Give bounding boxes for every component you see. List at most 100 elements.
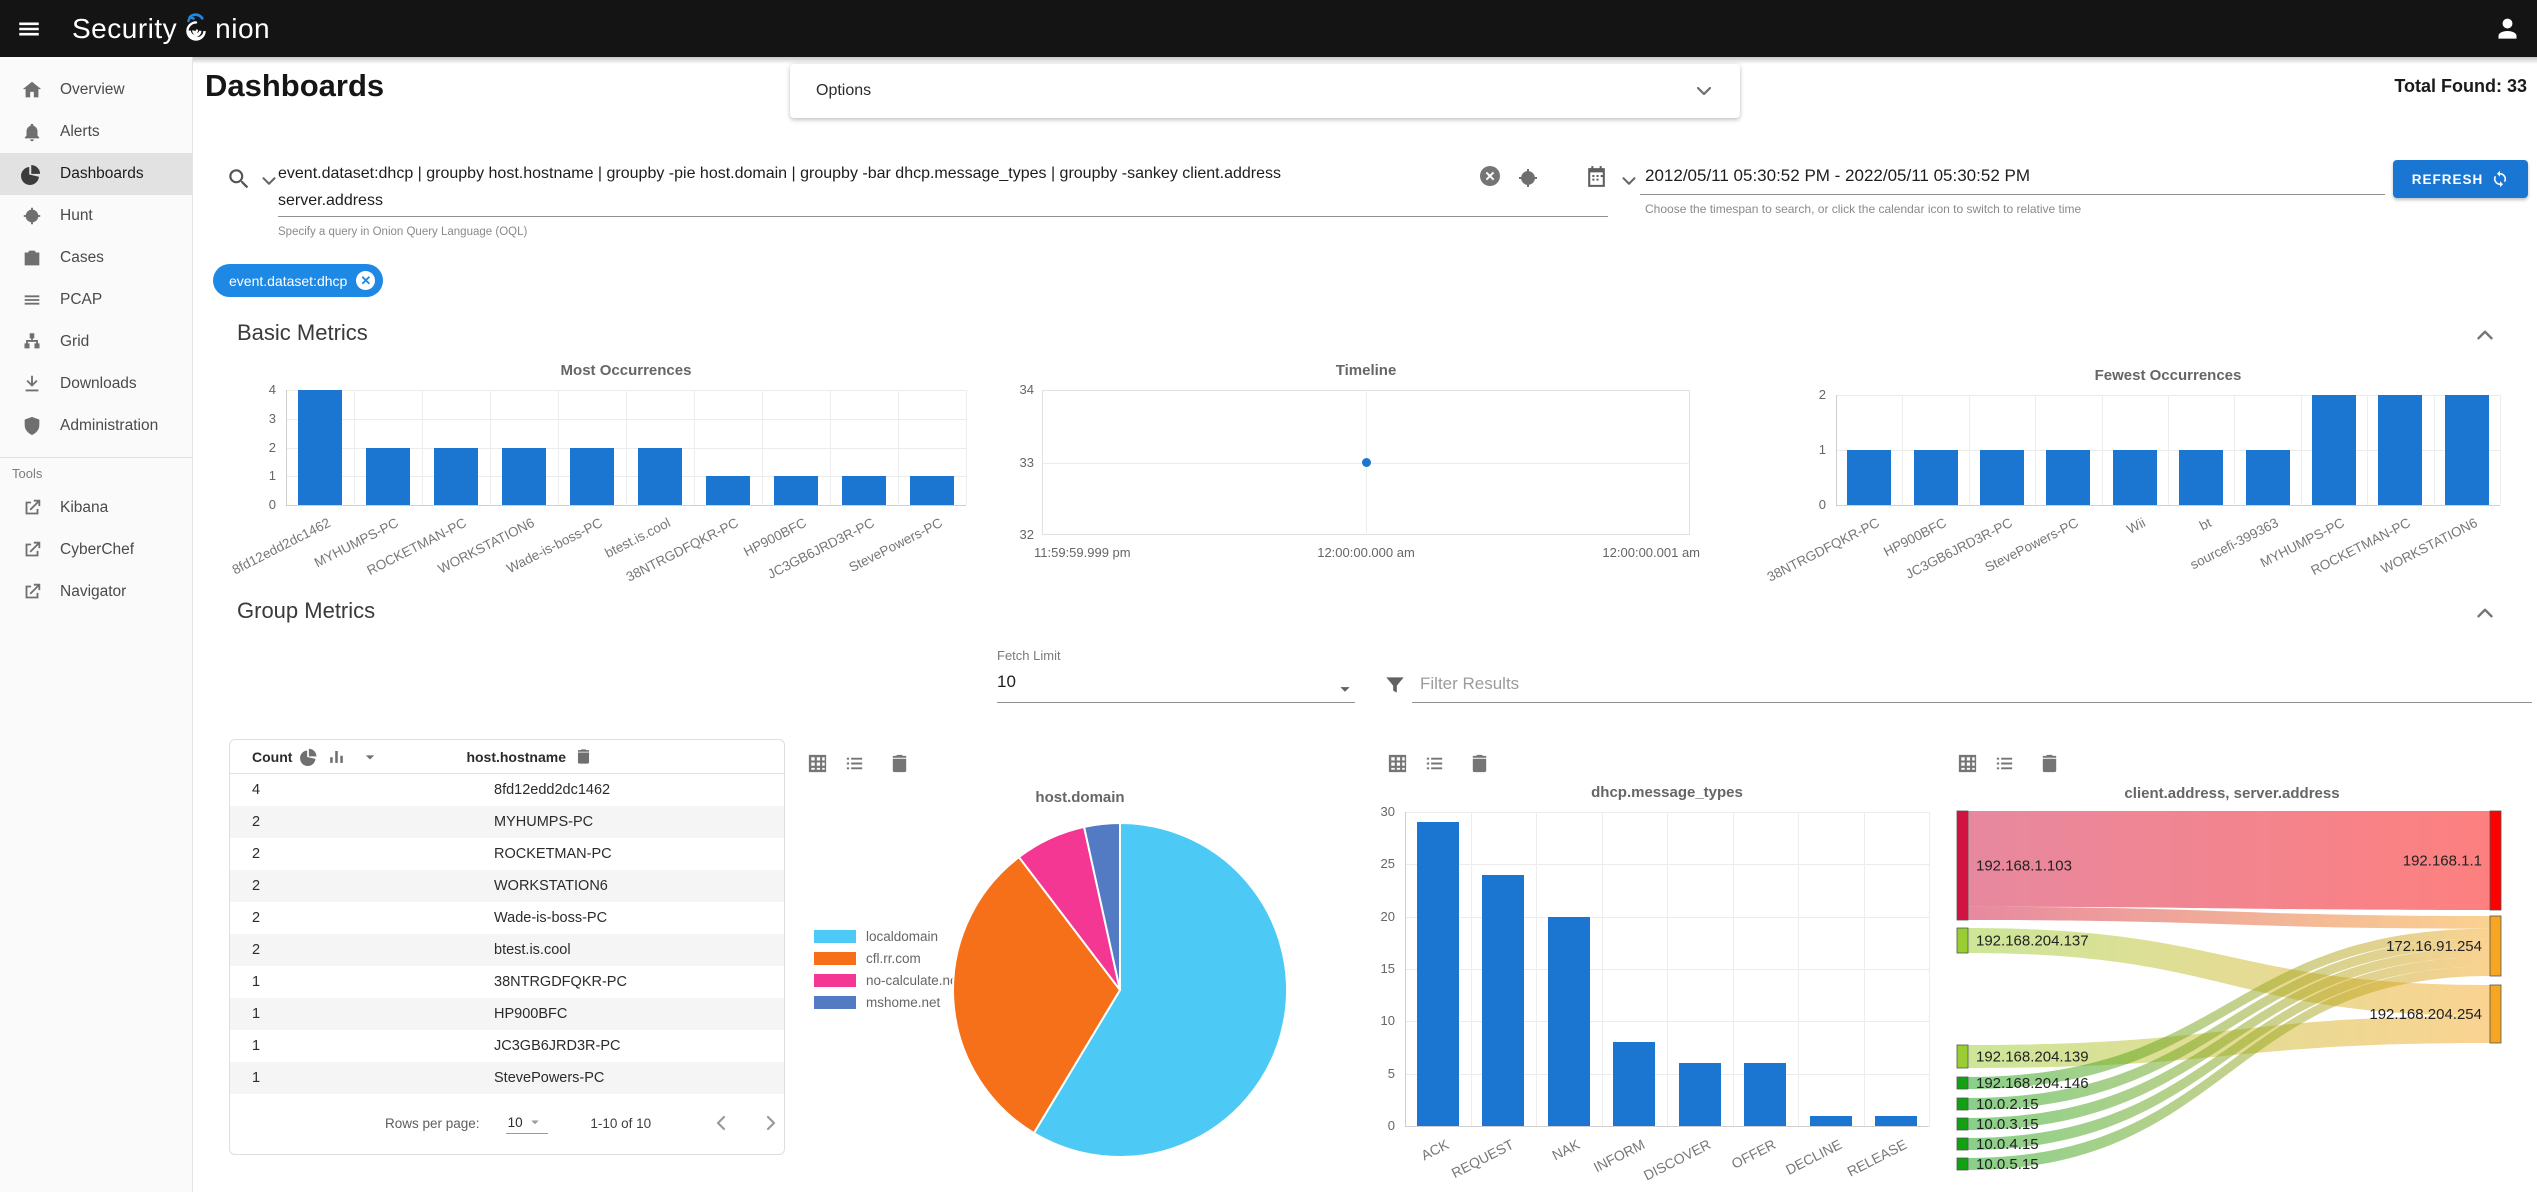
cell-hostname[interactable]: 8fd12edd2dc1462 [494,782,610,798]
table-row[interactable]: 1 38NTRGDFQKR-PC [230,966,784,998]
cell-count[interactable]: 1 [252,1070,494,1086]
table-row[interactable]: 2 ROCKETMAN-PC [230,838,784,870]
cell-hostname[interactable]: WORKSTATION6 [494,878,608,894]
sankey-node-192.168.204.146[interactable] [1956,1076,1969,1090]
bar[interactable] [569,447,615,505]
sidebar-item-grid[interactable]: Grid [0,321,192,363]
cell-count[interactable]: 1 [252,974,494,990]
cell-hostname[interactable]: btest.is.cool [494,942,571,958]
cell-count[interactable]: 2 [252,910,494,926]
bar[interactable] [1875,1115,1918,1126]
chevron-down-icon[interactable] [1692,79,1716,103]
pie-toggle-icon[interactable] [300,747,319,766]
sankey-node-192.168.204.137[interactable] [1956,927,1969,954]
table-row[interactable]: 4 8fd12edd2dc1462 [230,774,784,806]
show-list-icon[interactable] [1423,752,1446,775]
cell-count[interactable]: 2 [252,942,494,958]
cell-count[interactable]: 2 [252,878,494,894]
bar[interactable] [1547,916,1590,1126]
bar[interactable] [2179,450,2224,505]
bar[interactable] [2444,395,2489,505]
sort-caret-icon[interactable] [360,747,380,767]
table-row[interactable]: 2 btest.is.cool [230,934,784,966]
bar[interactable] [365,447,411,505]
table-row[interactable]: 2 MYHUMPS-PC [230,806,784,838]
cell-hostname[interactable]: HP900BFC [494,1006,567,1022]
sidebar-item-dashboards[interactable]: Dashboards [0,153,192,195]
table-row[interactable]: 2 Wade-is-boss-PC [230,902,784,934]
filter-chip[interactable]: event.dataset:dhcp ✕ [213,264,384,297]
bar[interactable] [1613,1042,1656,1126]
bar[interactable] [501,447,547,505]
sankey-node-10.0.2.15[interactable] [1956,1097,1969,1111]
cell-hostname[interactable]: StevePowers-PC [494,1070,604,1086]
options-panel[interactable]: Options [790,64,1740,118]
bar[interactable] [1980,450,2024,505]
bar[interactable] [909,476,955,505]
bar[interactable] [841,476,887,505]
filter-results-input[interactable]: Filter Results [1420,674,1519,694]
sidebar-item-administration[interactable]: Administration [0,405,192,447]
table-row[interactable]: 1 JC3GB6JRD3R-PC [230,1030,784,1062]
cell-hostname[interactable]: MYHUMPS-PC [494,814,593,830]
bar[interactable] [2312,395,2356,505]
sankey-node-10.0.4.15[interactable] [1956,1137,1969,1151]
bar[interactable] [297,390,343,505]
sankey-node-192.168.204.139[interactable] [1956,1044,1969,1069]
bar[interactable] [2046,450,2091,505]
bar[interactable] [705,476,751,505]
cell-count[interactable]: 4 [252,782,494,798]
sankey-node-10.0.3.15[interactable] [1956,1117,1969,1131]
sankey-node-192.168.204.254[interactable] [2489,984,2502,1044]
clear-query-icon[interactable] [1478,164,1502,188]
table-row[interactable]: 1 HP900BFC [230,998,784,1030]
query-input[interactable]: event.dataset:dhcp | groupby host.hostna… [278,160,1468,214]
sankey-node-172.16.91.254[interactable] [2489,915,2502,977]
sidebar-item-alerts[interactable]: Alerts [0,111,192,153]
show-table-icon[interactable] [1386,752,1409,775]
table-row[interactable]: 1 StevePowers-PC [230,1062,784,1094]
toggle-hunt-icon[interactable] [1516,166,1540,190]
bar[interactable] [433,447,479,505]
sidebar-item-hunt[interactable]: Hunt [0,195,192,237]
fetch-limit-select[interactable]: 10 [997,672,1016,692]
bar[interactable] [2245,450,2290,505]
basic-metrics-collapse-icon[interactable] [2472,322,2498,348]
hamburger-menu-icon[interactable] [16,16,42,42]
rows-per-page-select[interactable]: 10 [505,1113,549,1134]
bar[interactable] [2112,450,2157,505]
sidebar-item-pcap[interactable]: PCAP [0,279,192,321]
bar[interactable] [773,476,819,505]
page-prev-icon[interactable] [709,1111,733,1135]
bar[interactable] [1744,1063,1787,1126]
timespan-input[interactable]: 2012/05/11 05:30:52 PM - 2022/05/11 05:3… [1645,166,2030,186]
chip-close-icon[interactable]: ✕ [356,271,376,290]
bar[interactable] [1809,1115,1852,1126]
bar[interactable] [2378,395,2423,505]
sankey-node-192.168.1.1[interactable] [2489,810,2502,911]
fetch-limit-caret-icon[interactable] [1334,678,1356,700]
cell-hostname[interactable]: Wade-is-boss-PC [494,910,607,926]
timespan-chevron-icon[interactable] [1618,170,1640,192]
sidebar-item-navigator[interactable]: Navigator [0,571,192,613]
cell-hostname[interactable]: ROCKETMAN-PC [494,846,612,862]
user-account-icon[interactable] [2494,15,2521,42]
sidebar-item-downloads[interactable]: Downloads [0,363,192,405]
cell-hostname[interactable]: 38NTRGDFQKR-PC [494,974,627,990]
table-row[interactable]: 2 WORKSTATION6 [230,870,784,902]
calendar-icon[interactable] [1584,164,1609,189]
sidebar-item-cases[interactable]: Cases [0,237,192,279]
refresh-button[interactable]: REFRESH [2393,160,2528,198]
delete-panel-icon[interactable] [1468,752,1491,775]
sankey-node-10.0.5.15[interactable] [1956,1157,1969,1171]
cell-count[interactable]: 2 [252,814,494,830]
query-history-chevron-icon[interactable] [258,170,280,192]
bar[interactable] [1678,1063,1721,1126]
bar[interactable] [637,447,683,505]
app-logo[interactable]: Security nion [72,11,270,47]
bar-toggle-icon[interactable] [327,747,346,766]
sidebar-item-cyberchef[interactable]: CyberChef [0,529,192,571]
sidebar-item-kibana[interactable]: Kibana [0,487,192,529]
cell-count[interactable]: 2 [252,846,494,862]
cell-count[interactable]: 1 [252,1006,494,1022]
